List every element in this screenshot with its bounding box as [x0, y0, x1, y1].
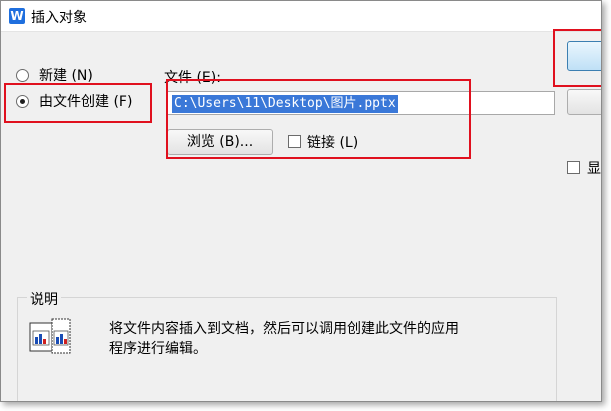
- file-path-selected-text: C:\Users\11\Desktop\图片.pptx: [172, 95, 398, 113]
- file-path-input[interactable]: C:\Users\11\Desktop\图片.pptx: [167, 91, 555, 115]
- new-radio-label[interactable]: 新建 (N): [39, 65, 93, 85]
- display-as-icon-label[interactable]: 显: [587, 158, 601, 178]
- dialog-title: 插入对象: [31, 10, 87, 26]
- wps-writer-icon: W: [9, 8, 25, 24]
- link-checkbox[interactable]: [288, 135, 301, 148]
- insert-file-icon: [29, 318, 71, 354]
- insert-object-dialog: W 插入对象 新建 (N) 由文件创建 (F) 文件 (E): C:\Users…: [0, 0, 602, 402]
- description-title: 说明: [27, 289, 61, 309]
- cancel-button[interactable]: [567, 89, 601, 115]
- link-checkbox-label[interactable]: 链接 (L): [307, 132, 358, 152]
- new-radio[interactable]: [16, 69, 29, 82]
- title-bar: W 插入对象: [1, 1, 601, 32]
- from-file-radio-label[interactable]: 由文件创建 (F): [39, 91, 132, 111]
- browse-button[interactable]: 浏览 (B)...: [167, 129, 273, 155]
- description-text: 将文件内容插入到文档，然后可以调用创建此文件的应用 程序进行编辑。: [109, 319, 539, 359]
- file-label: 文件 (E):: [164, 70, 221, 86]
- ok-button[interactable]: [567, 41, 601, 71]
- display-as-icon-checkbox[interactable]: [567, 161, 580, 174]
- description-line-2: 程序进行编辑。: [109, 341, 207, 357]
- description-line-1: 将文件内容插入到文档，然后可以调用创建此文件的应用: [109, 321, 459, 337]
- from-file-radio[interactable]: [16, 95, 29, 108]
